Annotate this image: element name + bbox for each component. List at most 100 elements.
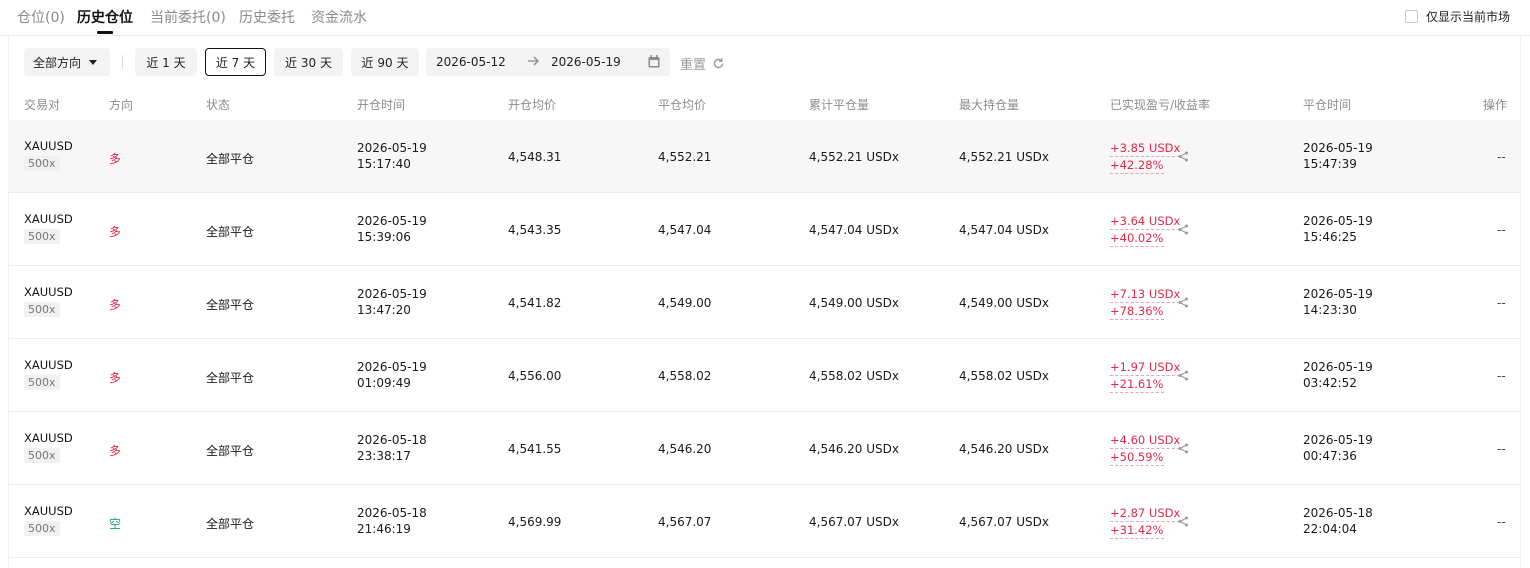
roi-value: +50.59% — [1110, 450, 1164, 466]
tab-funding-history[interactable]: 资金流水 — [311, 7, 367, 27]
only-current-market-label: 仅显示当前市场 — [1425, 10, 1510, 24]
open-clock: 15:17:40 — [357, 157, 411, 171]
pnl-value: +3.64 USDx — [1110, 214, 1181, 230]
max-position: 4,558.02 USDx — [959, 369, 1049, 383]
roi-value: +31.42% — [1110, 523, 1164, 539]
open-price: 4,548.31 — [508, 150, 562, 164]
share-icon[interactable] — [1178, 224, 1189, 235]
status: 全部平仓 — [206, 152, 255, 166]
symbol: XAUUSD — [24, 212, 73, 226]
direction: 多 — [109, 371, 122, 385]
max-position: 4,552.21 USDx — [959, 150, 1049, 164]
arrow-right-icon — [528, 56, 539, 66]
close-clock: 03:42:52 — [1303, 376, 1357, 390]
column-header-direction: 方向 — [109, 98, 134, 112]
tab-order-history[interactable]: 历史委托 — [239, 7, 295, 27]
realized-pnl: +4.60 USDx +50.59% — [1110, 432, 1181, 466]
column-header-max-position: 最大持仓量 — [959, 98, 1020, 112]
open-clock: 21:46:19 — [357, 522, 411, 536]
column-header-close-time: 平仓时间 — [1303, 98, 1352, 112]
max-position: 4,567.07 USDx — [959, 515, 1049, 529]
action: -- — [1497, 442, 1506, 456]
column-header-action: 操作 — [1483, 98, 1508, 112]
tab-positions[interactable]: 仓位(0) — [17, 7, 65, 27]
range-1d-button[interactable]: 近 1 天 — [135, 48, 197, 76]
status: 全部平仓 — [206, 517, 255, 531]
close-date: 2026-05-19 — [1303, 433, 1373, 447]
open-time: 2026-05-19 15:17:40 — [357, 140, 427, 172]
column-header-cum-close: 累计平仓量 — [809, 98, 870, 112]
direction-dropdown-label: 全部方向 — [33, 55, 82, 70]
close-time: 2026-05-19 15:47:39 — [1303, 140, 1373, 172]
close-time: 2026-05-18 22:04:04 — [1303, 505, 1373, 537]
direction-dropdown[interactable]: 全部方向 — [24, 48, 110, 76]
open-time: 2026-05-19 01:09:49 — [357, 359, 427, 391]
max-position: 4,547.04 USDx — [959, 223, 1049, 237]
action: -- — [1497, 150, 1506, 164]
range-90d-button[interactable]: 近 90 天 — [351, 48, 419, 76]
calendar-icon[interactable] — [648, 55, 660, 68]
action: -- — [1497, 223, 1506, 237]
open-date: 2026-05-19 — [357, 141, 427, 155]
filter-divider — [122, 55, 123, 69]
share-icon[interactable] — [1178, 151, 1189, 162]
range-7d-button[interactable]: 近 7 天 — [205, 48, 266, 76]
tab-open-orders[interactable]: 当前委托(0) — [150, 7, 226, 27]
tab-bar: 仓位(0) 历史仓位 当前委托(0) 历史委托 资金流水 仅显示当前市场 — [0, 0, 1530, 36]
pnl-value: +3.85 USDx — [1110, 141, 1181, 157]
refresh-icon — [713, 58, 724, 69]
cumulative-close: 4,567.07 USDx — [809, 515, 899, 529]
open-date: 2026-05-19 — [357, 360, 427, 374]
leverage-badge: 500x — [24, 229, 60, 244]
open-clock: 23:38:17 — [357, 449, 411, 463]
open-time: 2026-05-19 13:47:20 — [357, 286, 427, 318]
close-time: 2026-05-19 00:47:36 — [1303, 432, 1373, 464]
date-from[interactable]: 2026-05-12 — [436, 55, 506, 69]
date-range-picker[interactable]: 2026-05-12 2026-05-19 — [426, 48, 670, 76]
column-header-pair: 交易对 — [24, 98, 61, 112]
realized-pnl: +3.64 USDx +40.02% — [1110, 213, 1181, 247]
table-row[interactable]: XAUUSD 500x 空 全部平仓 2026-05-18 21:46:19 4,569.9… — [8, 485, 1520, 558]
open-time: 2026-05-18 23:38:17 — [357, 432, 427, 464]
tab-position-history[interactable]: 历史仓位 — [77, 7, 133, 27]
table-row[interactable]: XAUUSD 500x 多 全部平仓 2026-05-19 01:09:49 4,556.0… — [8, 339, 1520, 412]
active-tab-indicator — [97, 31, 113, 34]
action: -- — [1497, 515, 1506, 529]
direction: 空 — [109, 517, 122, 531]
leverage-badge: 500x — [24, 302, 60, 317]
share-icon[interactable] — [1178, 370, 1189, 381]
column-header-realized-pnl: 已实现盈亏/收益率 — [1110, 98, 1211, 112]
checkbox-icon[interactable] — [1404, 10, 1418, 23]
symbol: XAUUSD — [24, 431, 73, 445]
table-row[interactable]: XAUUSD 500x 多 全部平仓 2026-05-19 15:17:40 4,548.3… — [8, 120, 1520, 193]
share-icon[interactable] — [1178, 443, 1189, 454]
table-row[interactable]: XAUUSD 500x 多 全部平仓 2026-05-19 15:39:06 4,543.3… — [8, 193, 1520, 266]
leverage-badge: 500x — [24, 448, 60, 463]
only-current-market-toggle[interactable]: 仅显示当前市场 — [1404, 8, 1510, 25]
leverage-badge: 500x — [24, 375, 60, 390]
close-price: 4,552.21 — [658, 150, 712, 164]
date-to[interactable]: 2026-05-19 — [551, 55, 621, 69]
pnl-value: +7.13 USDx — [1110, 287, 1181, 303]
close-clock: 15:46:25 — [1303, 230, 1357, 244]
status: 全部平仓 — [206, 444, 255, 458]
table-row[interactable]: XAUUSD 500x 多 全部平仓 2026-05-18 23:38:17 4,541.5… — [8, 412, 1520, 485]
share-icon[interactable] — [1178, 516, 1189, 527]
close-date: 2026-05-19 — [1303, 141, 1373, 155]
open-date: 2026-05-18 — [357, 433, 427, 447]
direction: 多 — [109, 298, 122, 312]
reset-button[interactable]: 重置 — [680, 54, 725, 73]
table-row[interactable]: XAUUSD 500x 多 全部平仓 2026-05-19 13:47:20 4,541.8… — [8, 266, 1520, 339]
close-clock: 15:47:39 — [1303, 157, 1357, 171]
open-price: 4,569.99 — [508, 515, 562, 529]
close-clock: 22:04:04 — [1303, 522, 1357, 536]
cumulative-close: 4,547.04 USDx — [809, 223, 899, 237]
open-clock: 01:09:49 — [357, 376, 411, 390]
open-price: 4,556.00 — [508, 369, 562, 383]
range-30d-button[interactable]: 近 30 天 — [274, 48, 343, 76]
status: 全部平仓 — [206, 225, 255, 239]
cumulative-close: 4,558.02 USDx — [809, 369, 899, 383]
share-icon[interactable] — [1178, 297, 1189, 308]
pnl-value: +1.97 USDx — [1110, 360, 1181, 376]
open-date: 2026-05-18 — [357, 506, 427, 520]
